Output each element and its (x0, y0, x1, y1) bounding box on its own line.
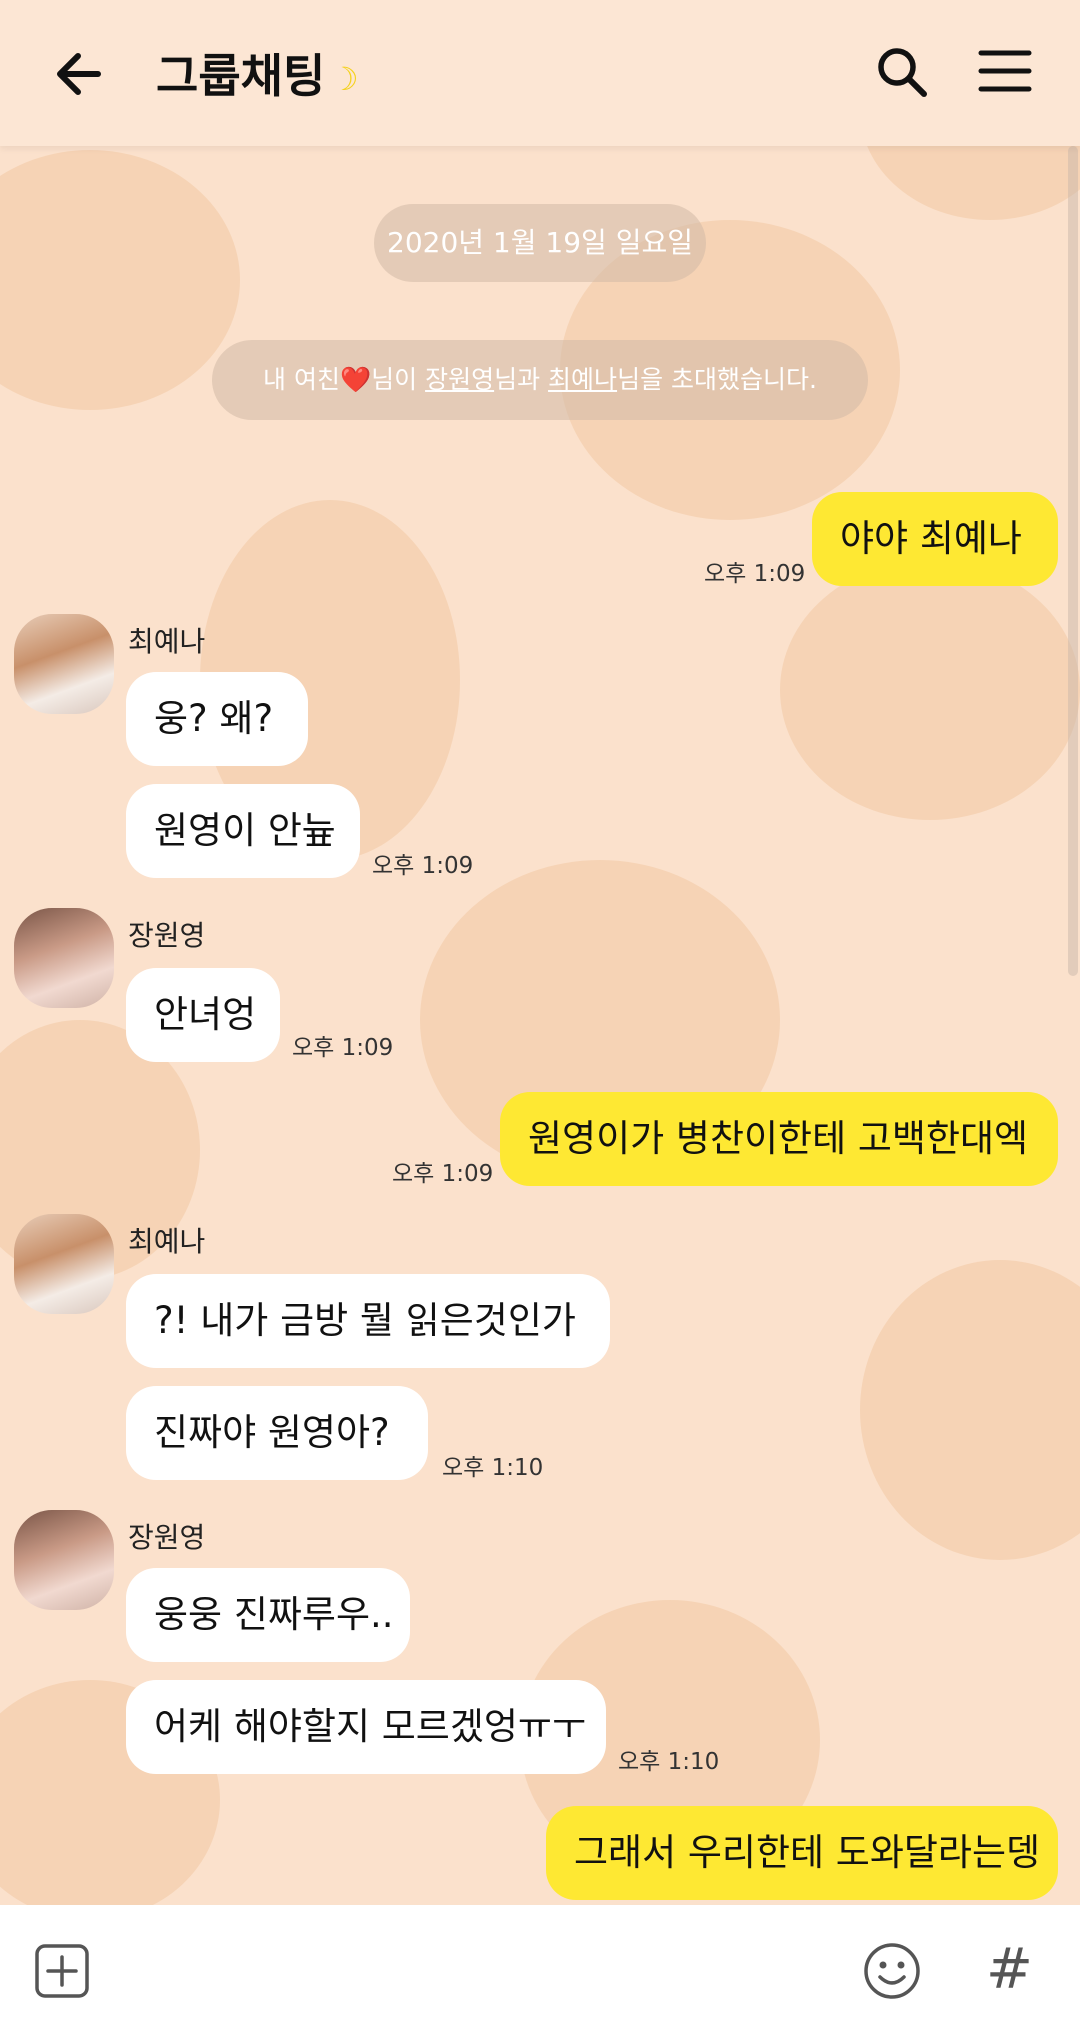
avatar[interactable] (14, 1510, 114, 1610)
message-time: 오후 1:10 (442, 1455, 544, 1481)
message-bubble[interactable]: ?! 내가 금방 뭘 읽은것인가 (126, 1274, 610, 1368)
sender-name: 최예나 (128, 1225, 206, 1258)
message-bubble[interactable]: 진짜야 원영아? (126, 1386, 428, 1480)
message-bubble[interactable]: 어케 해야할지 모르겠엉ㅠㅜ (126, 1680, 606, 1774)
avatar[interactable] (14, 908, 114, 1008)
arrow-left-icon[interactable] (50, 44, 110, 104)
chat-title: 그룹채팅 (156, 49, 326, 103)
avatar[interactable] (14, 1214, 114, 1314)
date-divider: 2020년 1월 19일 일요일 (374, 204, 706, 282)
plus-square-icon[interactable] (34, 1943, 90, 1999)
message-bubble[interactable]: 안녀엉 (126, 968, 280, 1062)
title-badge-icon: ☽ (330, 60, 359, 98)
system-message-text: 님과 (494, 365, 549, 394)
message-time: 오후 1:09 (392, 1161, 494, 1187)
message-bubble[interactable]: 원영이 안늎 (126, 784, 360, 878)
avatar[interactable] (14, 614, 114, 714)
message-time: 오후 1:09 (704, 561, 806, 587)
my-message-bubble[interactable]: 야야 최예나 (812, 492, 1058, 586)
hamburger-menu-icon[interactable] (978, 48, 1032, 94)
message-bubble[interactable]: 웅웅 진짜루우.. (126, 1568, 410, 1662)
my-message-bubble[interactable]: 원영이가 병찬이한테 고백한대엑 (500, 1092, 1058, 1186)
smiley-icon[interactable] (862, 1941, 922, 2001)
message-time: 오후 1:10 (618, 1749, 720, 1775)
user-link[interactable]: 장원영 (425, 365, 494, 394)
top-bar: 그룹채팅 ☽ (0, 0, 1080, 146)
system-message-text: 내 여친 (263, 365, 340, 394)
search-icon[interactable] (874, 44, 930, 100)
system-message-text: 님이 (371, 365, 426, 394)
message-bubble[interactable]: 웅? 왜? (126, 672, 308, 766)
message-time: 오후 1:09 (292, 1035, 394, 1061)
my-message-bubble[interactable]: 그래서 우리한테 도와달라는뎅 (546, 1806, 1058, 1900)
system-message-text: 님을 초대했습니다. (617, 365, 817, 394)
message-time: 오후 1:09 (372, 853, 474, 879)
input-bar: # (0, 1905, 1080, 2031)
sender-name: 장원영 (128, 1521, 206, 1554)
hash-icon[interactable]: # (986, 1937, 1033, 2002)
user-link[interactable]: 최예나 (548, 365, 617, 394)
sender-name: 장원영 (128, 919, 206, 952)
system-message: 내 여친❤️님이 장원영님과 최예나님을 초대했습니다. (212, 340, 868, 420)
heart-emoji: ❤️ (339, 365, 372, 394)
sender-name: 최예나 (128, 625, 206, 658)
message-list: 2020년 1월 19일 일요일 내 여친❤️님이 장원영님과 최예나님을 초대… (0, 0, 1080, 1905)
